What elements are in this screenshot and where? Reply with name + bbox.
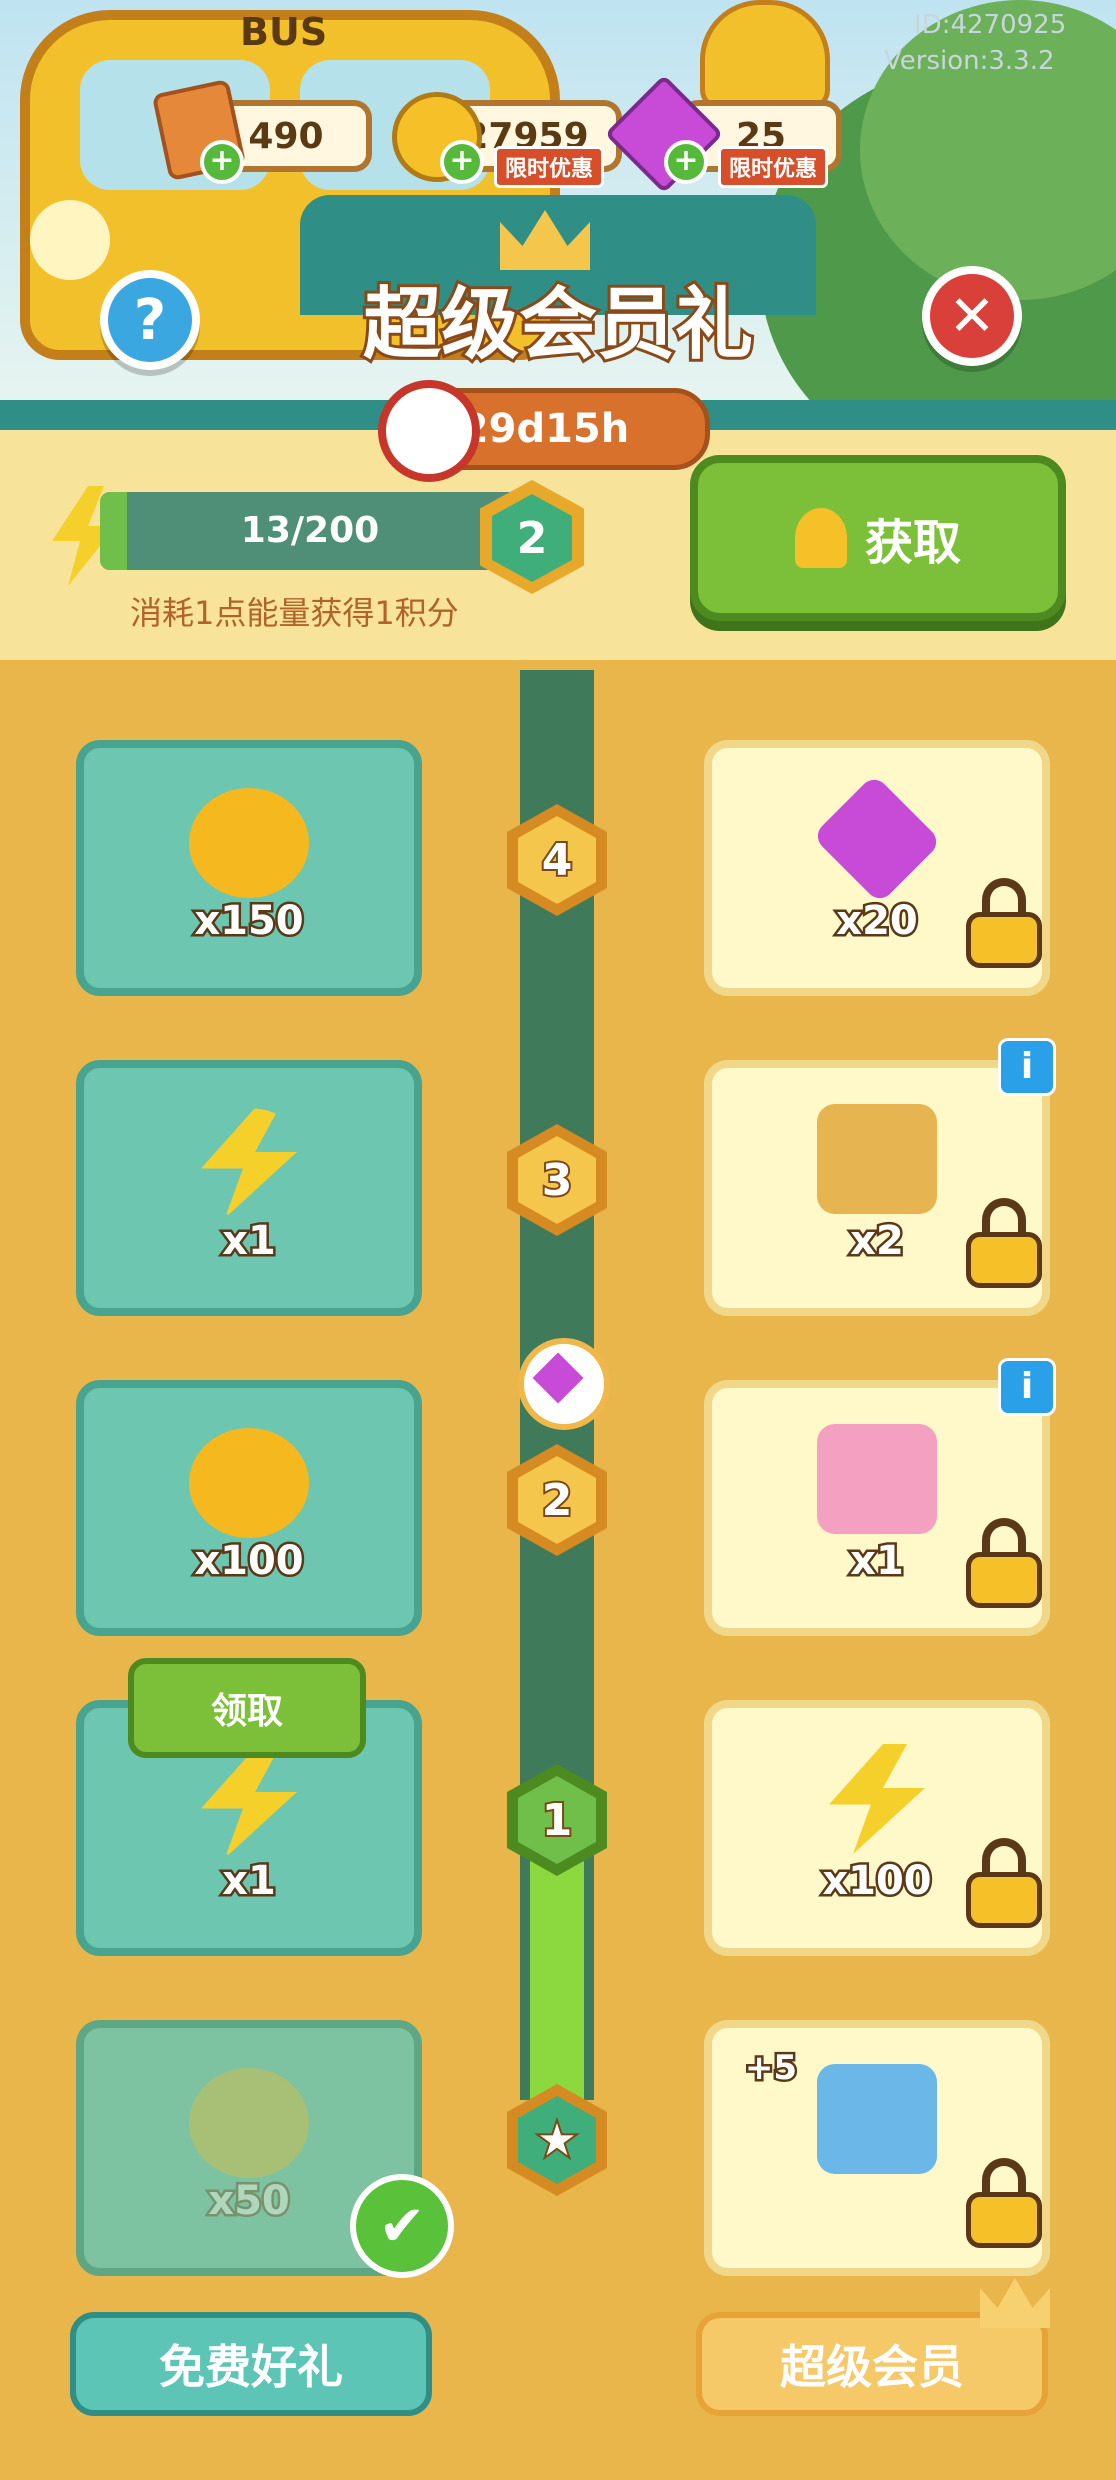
free-reward-card[interactable]: x1 — [76, 1060, 422, 1316]
add-ticket-button[interactable]: + — [200, 140, 244, 184]
gems-icon — [811, 773, 943, 905]
progress-text: 13/200 — [240, 510, 380, 551]
energy-icon — [201, 1108, 297, 1218]
energy-bundle-icon — [829, 1744, 925, 1854]
bus-label: BUS — [240, 10, 328, 54]
crown-icon — [980, 2278, 1050, 2328]
key-icon — [794, 508, 847, 568]
gift-box-icon — [817, 2064, 937, 2174]
free-reward-amount: x150 — [192, 896, 306, 947]
coins-icon — [189, 788, 309, 898]
player-id: ID:4270925 — [914, 10, 1067, 40]
lock-icon — [966, 1198, 1042, 1288]
vip-reward-amount: +5 — [742, 2046, 799, 2091]
level-marker-number: 3 — [518, 1136, 596, 1224]
free-reward-amount: x1 — [220, 1216, 279, 1267]
fridge-skin-icon — [817, 1424, 937, 1534]
level-number: 2 — [516, 512, 548, 564]
level-marker-number: ★ — [518, 2096, 596, 2184]
get-button-label: 获取 — [864, 515, 961, 571]
free-reward-amount: x100 — [192, 1536, 306, 1587]
get-button[interactable]: 获取 — [690, 455, 1066, 621]
free-reward-card[interactable]: x150 — [76, 740, 422, 996]
add-coin-button[interactable]: + — [440, 140, 484, 184]
free-reward-card[interactable]: x100 — [76, 1380, 422, 1636]
lock-icon — [966, 878, 1042, 968]
tab-free-gifts[interactable]: 免费好礼 — [70, 2312, 432, 2416]
coins-icon — [189, 1428, 309, 1538]
hat-icon — [700, 0, 830, 110]
level-marker-number: 2 — [518, 1456, 596, 1544]
lock-icon — [966, 1518, 1042, 1608]
version-label: Version:3.3.2 — [884, 46, 1055, 76]
clock-icon — [378, 380, 480, 482]
level-marker-number: 1 — [518, 1776, 596, 1864]
coins-icon — [189, 2068, 309, 2178]
lock-icon — [966, 1838, 1042, 1928]
free-reward-amount: x1 — [220, 1856, 279, 1907]
level-marker: ★ — [507, 2084, 607, 2196]
energy-note: 消耗1点能量获得1积分 — [130, 594, 459, 632]
timer-text: 29d15h — [460, 406, 630, 452]
tab-free-label: 免费好礼 — [159, 2340, 343, 2394]
info-icon[interactable]: i — [998, 1358, 1056, 1416]
tab-vip-label: 超级会员 — [780, 2340, 964, 2394]
claimed-check-icon: ✔ — [350, 2174, 454, 2278]
level-marker-number: 4 — [518, 816, 596, 904]
claim-button[interactable]: 领取 — [128, 1658, 366, 1758]
ticket-value: 490 — [248, 115, 324, 157]
coin-sale-tag[interactable]: 限时优惠 — [494, 146, 605, 188]
gem-sale-tag[interactable]: 限时优惠 — [718, 146, 829, 188]
lock-icon — [966, 2158, 1042, 2248]
check-glyph: ✔ — [378, 2193, 426, 2259]
page-title: 超级会员礼 — [360, 277, 756, 373]
claim-label: 领取 — [210, 1691, 283, 1732]
info-icon[interactable]: i — [998, 1038, 1056, 1096]
card-pack-icon — [817, 1104, 937, 1214]
energy-icon — [201, 1748, 297, 1858]
add-gem-button[interactable]: + — [664, 140, 708, 184]
